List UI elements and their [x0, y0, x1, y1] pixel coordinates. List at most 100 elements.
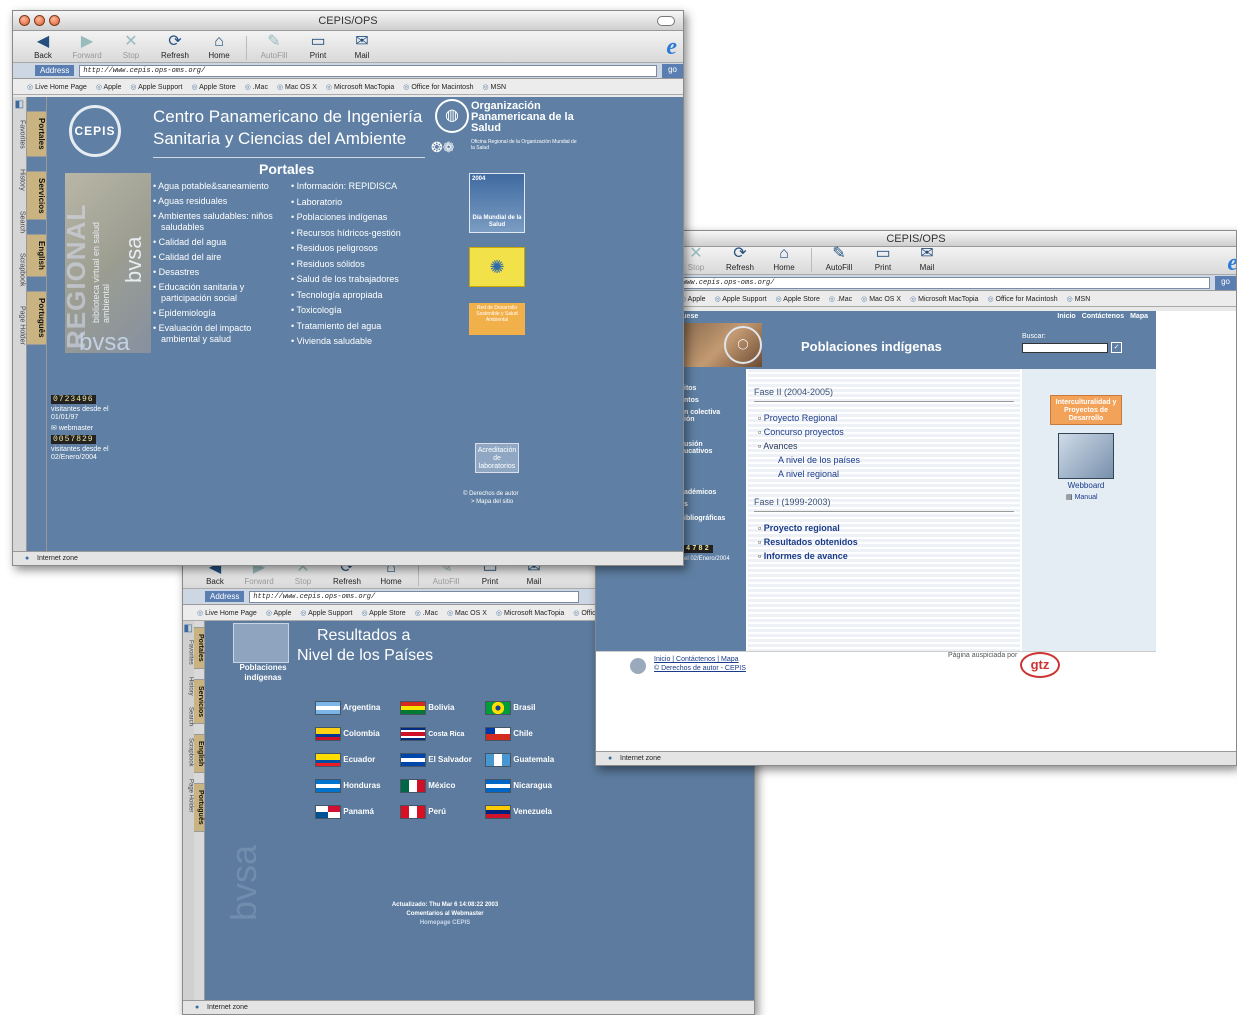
footer-links[interactable]: Inicio | Contáctenos | Mapa	[654, 656, 739, 663]
fav-link[interactable]: Live Home Page	[197, 609, 257, 617]
toolbar-toggle-icon[interactable]	[657, 16, 675, 26]
fav-link[interactable]: Mac OS X	[277, 83, 317, 91]
pob-label[interactable]: Poblaciones indígenas	[227, 663, 299, 683]
refresh-button[interactable]: ⟳ Refresh	[155, 33, 195, 60]
intercul-button[interactable]: Interculturalidad y Proyectos de Desarro…	[1050, 395, 1122, 425]
portal-link[interactable]: • Información: REPIDISCA	[291, 181, 421, 192]
go-button[interactable]: go	[662, 63, 683, 78]
portal-link[interactable]: • Recursos hídricos-gestión	[291, 228, 421, 239]
nav-item[interactable]: ntos	[684, 397, 699, 404]
autofill-button[interactable]: ✎ AutoFill	[254, 33, 294, 60]
nav-item[interactable]: n colectiva ión	[684, 409, 724, 423]
portal-link[interactable]: • Educación sanitaria y participación so…	[153, 282, 281, 304]
zoom-window-icon[interactable]	[49, 15, 60, 26]
portal-link[interactable]: • Toxicología	[291, 305, 421, 316]
mail-button[interactable]: ✉ Mail	[907, 245, 947, 272]
colorful-badge[interactable]: ✺	[469, 247, 525, 287]
portal-link[interactable]: • Vivienda saludable	[291, 336, 421, 347]
nav-item[interactable]: s	[684, 501, 688, 508]
tab-scrapbook[interactable]: Scrapbook	[13, 243, 26, 296]
fase1-item[interactable]: ▫ Informes de avance	[758, 549, 858, 563]
portal-link[interactable]: • Agua potable&saneamiento	[153, 181, 281, 192]
country-mexico[interactable]: México	[400, 779, 485, 793]
country-brasil[interactable]: Brasil	[485, 701, 570, 715]
dia-mundial-banner[interactable]: 2004 Día Mundial de la Salud	[469, 173, 525, 233]
tab-history[interactable]: History	[183, 671, 194, 702]
derechos-link[interactable]: © Derechos de autor	[463, 491, 518, 497]
nav-item[interactable]: itos	[684, 385, 696, 392]
stop-button[interactable]: ✕ Stop	[111, 33, 151, 60]
fav-link[interactable]: Microsoft MacTopia	[496, 609, 564, 617]
bvsa-logo[interactable]: bvsa	[79, 329, 130, 357]
country-bolivia[interactable]: Bolivia	[400, 701, 485, 715]
sidebar-toggle-icon[interactable]: ◧	[13, 97, 26, 110]
country-costa-rica[interactable]: Costa Rica	[400, 727, 485, 741]
go-button[interactable]: go	[1215, 275, 1236, 290]
red-desarrollo-banner[interactable]: Red de Desarrollo Sostenible y Salud Amb…	[469, 303, 525, 335]
portal-link[interactable]: • Ambientes saludables: niños saludables	[153, 211, 281, 233]
mail-button[interactable]: ✉ Mail	[342, 33, 382, 60]
manual-link[interactable]: ▤ Manual	[1066, 493, 1098, 501]
country-argentina[interactable]: Argentina	[315, 701, 400, 715]
portal-link[interactable]: • Poblaciones indígenas	[291, 212, 421, 223]
avance-link[interactable]: A nivel regional	[778, 469, 839, 479]
contactenos-link[interactable]: Contáctenos	[1082, 313, 1124, 320]
print-button[interactable]: ▭ Print	[298, 33, 338, 60]
fav-link[interactable]: .Mac	[245, 83, 268, 91]
gtz-logo[interactable]: gtz	[1020, 652, 1060, 678]
tab-portales[interactable]: Portales	[26, 111, 46, 157]
mapa-link[interactable]: Mapa	[1130, 313, 1148, 320]
portal-link[interactable]: • Residuos sólidos	[291, 259, 421, 270]
tab-english[interactable]: English	[26, 234, 46, 278]
portal-link[interactable]: • Desastres	[153, 267, 281, 278]
portal-link[interactable]: • Laboratorio	[291, 197, 421, 208]
fav-link[interactable]: Apple Support	[715, 295, 766, 303]
country-chile[interactable]: Chile	[485, 727, 570, 741]
minimize-window-icon[interactable]	[34, 15, 45, 26]
fav-link[interactable]: .Mac	[829, 295, 852, 303]
autofill-button[interactable]: ✎ AutoFill	[819, 245, 859, 272]
fav-link[interactable]: Microsoft MacTopia	[326, 83, 394, 91]
fav-link[interactable]: MSN	[1067, 295, 1091, 303]
fav-link[interactable]: Apple	[96, 83, 122, 91]
portal-link[interactable]: • Residuos peligrosos	[291, 243, 421, 254]
fase2-item[interactable]: ▫ Concurso proyectos	[758, 425, 860, 439]
country-colombia[interactable]: Colombia	[315, 727, 400, 741]
fav-link[interactable]: Apple Support	[130, 83, 182, 91]
fav-link[interactable]: Mac OS X	[447, 609, 487, 617]
tab-servicios[interactable]: Servicios	[193, 678, 204, 724]
fav-link[interactable]: Mac OS X	[861, 295, 901, 303]
portal-link[interactable]: • Evaluación del impacto ambiental y sal…	[153, 323, 281, 345]
portal-link[interactable]: • Tecnología apropiada	[291, 290, 421, 301]
webmaster-link[interactable]: ✉ webmaster	[51, 424, 93, 432]
tab-servicios[interactable]: Servicios	[26, 170, 46, 221]
mapa-link[interactable]: > Mapa del sitio	[471, 499, 513, 505]
country-ecuador[interactable]: Ecuador	[315, 753, 400, 767]
back-button[interactable]: ◀ Back	[23, 33, 63, 60]
home-button[interactable]: ⌂ Home	[764, 245, 804, 272]
print-button[interactable]: ▭ Print	[863, 245, 903, 272]
webboard-link[interactable]: Webboard	[1048, 481, 1124, 490]
avance-link[interactable]: A nivel de los países	[778, 455, 860, 465]
acreditacion-button[interactable]: Acreditación de laboratorios	[475, 443, 519, 473]
fav-link[interactable]: Office for Macintosh	[987, 295, 1058, 303]
tab-favorites[interactable]: Favorites	[183, 634, 194, 671]
tab-search[interactable]: Search	[13, 201, 26, 243]
country-honduras[interactable]: Honduras	[315, 779, 400, 793]
webmaster-link[interactable]: Comentarios al Webmaster	[355, 910, 535, 919]
tab-page-holder[interactable]: Page Holder	[13, 296, 26, 355]
portal-link[interactable]: • Aguas residuales	[153, 196, 281, 207]
refresh-button[interactable]: ⟳ Refresh	[720, 245, 760, 272]
country-venezuela[interactable]: Venezuela	[485, 805, 570, 819]
cepis-logo[interactable]: CEPIS	[69, 105, 121, 157]
tab-scrapbook[interactable]: Scrapbook	[183, 732, 194, 773]
fav-link[interactable]: .Mac	[415, 609, 438, 617]
home-button[interactable]: ⌂ Home	[199, 33, 239, 60]
tab-portugues[interactable]: Português	[26, 291, 46, 345]
portal-link[interactable]: • Calidad del agua	[153, 237, 281, 248]
fase2-item[interactable]: ▫ Proyecto Regional	[758, 411, 860, 425]
country-peru[interactable]: Perú	[400, 805, 485, 819]
tab-page-holder[interactable]: Page Holder	[183, 773, 194, 818]
webboard-image[interactable]	[1058, 433, 1114, 479]
nav-item[interactable]: usión ucativos	[684, 441, 724, 455]
